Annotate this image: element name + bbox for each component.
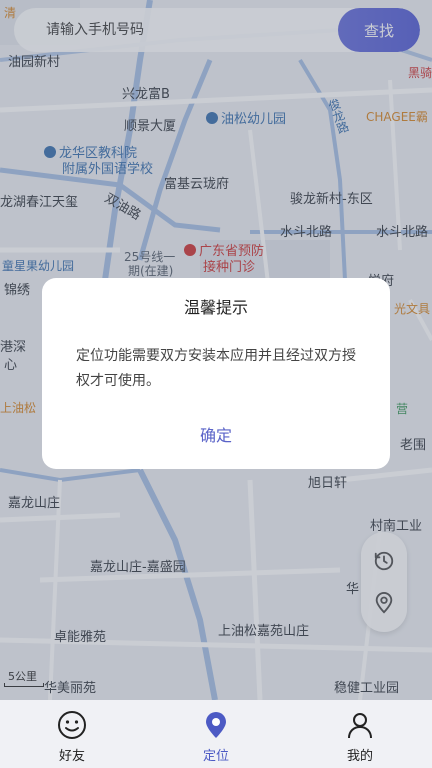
notice-dialog: 温馨提示 定位功能需要双方安装本应用并且经过双方授权才可使用。 确定 bbox=[42, 278, 390, 469]
tab-label: 我的 bbox=[346, 749, 373, 764]
smile-face-icon bbox=[57, 710, 87, 740]
user-icon bbox=[345, 710, 375, 740]
tab-friends[interactable]: 好友 bbox=[0, 700, 144, 768]
confirm-button[interactable]: 确定 bbox=[42, 416, 390, 452]
bottom-tab-bar: 好友 定位 我的 bbox=[0, 700, 432, 768]
tab-label: 好友 bbox=[58, 749, 85, 764]
tab-location[interactable]: 定位 bbox=[144, 700, 288, 768]
tab-mine[interactable]: 我的 bbox=[288, 700, 432, 768]
dialog-message: 定位功能需要双方安装本应用并且经过双方授权才可使用。 bbox=[76, 348, 356, 389]
location-pin-icon bbox=[201, 710, 231, 740]
dialog-title: 温馨提示 bbox=[183, 298, 248, 317]
tab-label: 定位 bbox=[202, 749, 229, 764]
